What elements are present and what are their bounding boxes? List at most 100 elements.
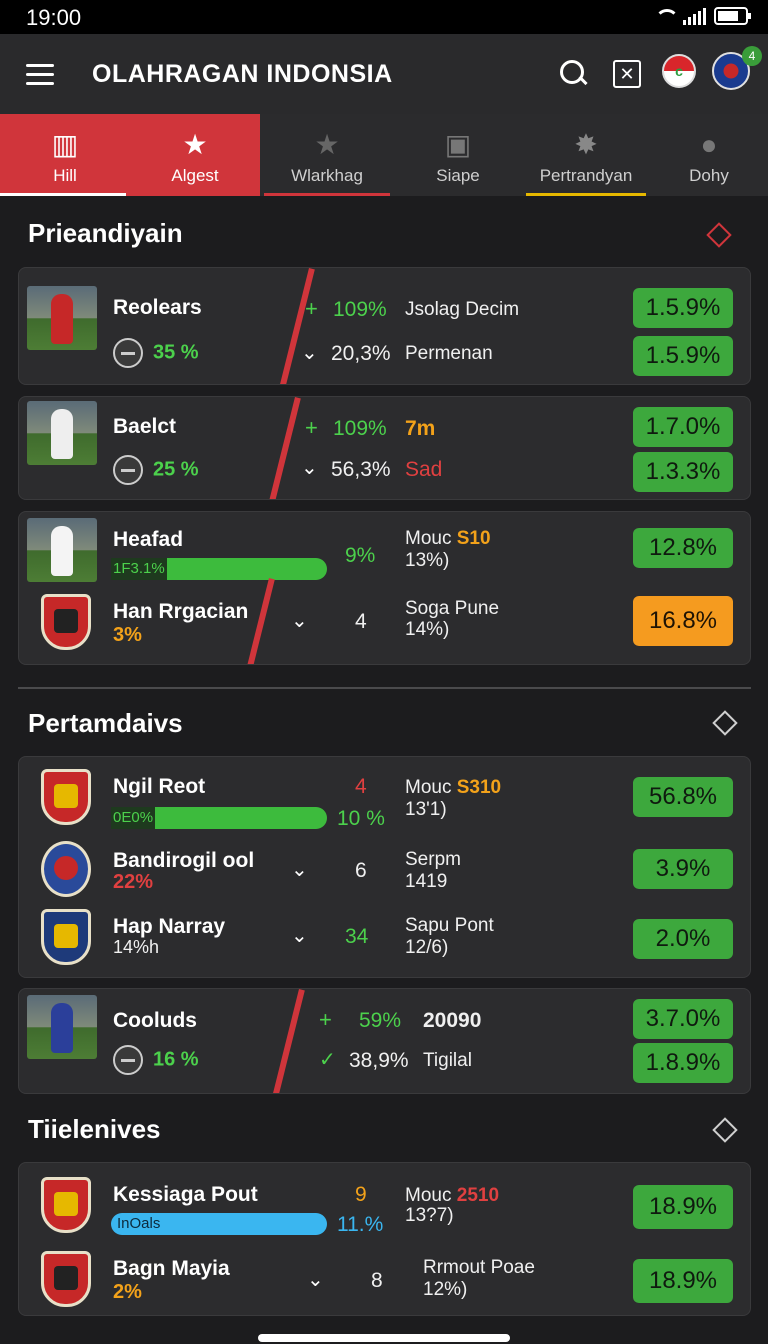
match-card[interactable]: Cooluds 16 % + 59% 20090 ✓ 38,9% Tigilal… [18, 988, 751, 1094]
pin-icon: ● [700, 129, 718, 160]
team-crest [41, 841, 91, 897]
status-bar: 19:00 [0, 0, 768, 34]
battery-icon [714, 7, 751, 25]
down-percent: 56,3% [331, 458, 391, 481]
stat-label: 12/6) [405, 937, 449, 958]
tab-algest[interactable]: ★ Algest [130, 114, 260, 196]
odds-pill[interactable]: 1.7.0% [633, 407, 733, 447]
stat-label: 7m [405, 417, 436, 440]
tab-bar: ▥ Hill ★ Algest ★ Wlarkhag ▣ Siape ✸ Per… [0, 114, 768, 196]
match-card[interactable]: Ngil Reot 0E0% 4 10 % Mouc S310 13'1) 56… [18, 756, 751, 978]
chevron-down-icon[interactable]: ⌄ [301, 455, 318, 480]
odds-pill[interactable]: 16.8% [633, 596, 733, 646]
team-name: Han Rrgacian [113, 600, 249, 623]
odds-pill[interactable]: 3.9% [633, 849, 733, 889]
odds-pill[interactable]: 12.8% [633, 528, 733, 568]
chevron-down-icon[interactable]: ⌄ [307, 1267, 324, 1292]
player-photo [27, 995, 97, 1059]
up-percent: 109% [333, 298, 387, 321]
tab-hill[interactable]: ▥ Hill [0, 114, 130, 196]
tab-label: Dohy [689, 166, 729, 185]
tab-siape[interactable]: ▣ Siape [394, 114, 522, 196]
team-percent: 35 % [113, 338, 199, 368]
stat-label: Rrmout Poae [423, 1257, 535, 1278]
diamond-icon[interactable] [712, 710, 738, 736]
status-time: 19:00 [26, 5, 82, 30]
diamond-icon[interactable] [706, 222, 732, 248]
count: 8 [371, 1269, 383, 1292]
percent: 10 % [337, 807, 385, 830]
match-card[interactable]: Reolears 35 % + 109% Jsolag Decim ⌄ 20,3… [18, 267, 751, 385]
ball-icon [113, 455, 143, 485]
stadium-icon: ▥ [51, 129, 79, 160]
stat-label: 13'1) [405, 799, 447, 820]
chevron-down-icon[interactable]: ⌄ [291, 923, 308, 948]
plus-icon: + [305, 415, 318, 440]
home-indicator[interactable] [258, 1334, 510, 1342]
tab-label: Siape [436, 166, 480, 185]
team-percent: 16 % [113, 1045, 199, 1075]
team-crest [41, 1251, 91, 1307]
team-percent: 14%h [113, 937, 160, 957]
team-name: Cooluds [113, 1009, 197, 1032]
chevron-down-icon[interactable]: ⌄ [291, 608, 308, 633]
stat-label: 13%) [405, 550, 450, 571]
scoreboard-icon[interactable]: ✕ [613, 60, 641, 88]
odds-pill[interactable]: 1.5.9% [633, 288, 733, 328]
stat-label: Mouc S10 [405, 528, 491, 549]
check-icon[interactable]: ✓ [319, 1047, 336, 1072]
team-percent: 3% [113, 624, 142, 646]
app-title: OLAHRAGAN INDONSIA [92, 60, 393, 88]
odds-pill[interactable]: 1.3.3% [633, 452, 733, 492]
chevron-down-icon[interactable]: ⌄ [291, 857, 308, 882]
stat-label: 14%) [405, 619, 450, 640]
count: 4 [355, 775, 367, 798]
signal-icon [683, 7, 706, 25]
match-card[interactable]: Kessiaga Pout InOals 9 11.% Mouc 2510 13… [18, 1162, 751, 1316]
team-name: Hap Narray [113, 915, 226, 938]
section-title: Tiielenives [28, 1114, 161, 1144]
tab-wlarkhag[interactable]: ★ Wlarkhag [260, 114, 394, 196]
player-photo [27, 518, 97, 582]
team-percent: 2% [113, 1281, 142, 1303]
search-icon[interactable] [560, 60, 588, 88]
team-crest [41, 1177, 91, 1233]
tab-pertrandyan[interactable]: ✸ Pertrandyan [522, 114, 650, 196]
count: 9 [355, 1183, 367, 1206]
odds-pill[interactable]: 56.8% [633, 777, 733, 817]
diamond-icon[interactable] [712, 1117, 738, 1143]
match-card[interactable]: Baelct 25 % + 109% 7m ⌄ 56,3% Sad 1.7.0%… [18, 396, 751, 500]
team-crest [41, 769, 91, 825]
wifi-icon [653, 7, 679, 25]
tab-label: Algest [171, 166, 219, 185]
notification-badge: 4 [742, 46, 762, 66]
tab-label: Pertrandyan [539, 166, 633, 185]
menu-icon[interactable] [26, 64, 54, 85]
odds-pill[interactable]: 2.0% [633, 919, 733, 959]
section-title: Pertamdaivs [28, 708, 183, 738]
stat-label: Permenan [405, 343, 493, 364]
team-percent: 25 % [113, 455, 199, 485]
divider-slash [279, 268, 315, 384]
ball-icon [113, 1045, 143, 1075]
tab-dohy[interactable]: ● Dohy [650, 114, 768, 196]
ball-icon [113, 338, 143, 368]
up-percent: 59% [359, 1009, 402, 1032]
stat-label: Sapu Pont [405, 915, 494, 936]
chevron-down-icon[interactable]: ⌄ [301, 340, 318, 365]
stat-label: Mouc 2510 [405, 1185, 500, 1206]
count: 4 [355, 610, 367, 633]
stat-label: 1419 [405, 871, 448, 892]
count: 34 [345, 925, 369, 948]
team-name: Bagn Mayia [113, 1257, 230, 1280]
odds-pill[interactable]: 18.9% [633, 1259, 733, 1303]
odds-pill[interactable]: 18.9% [633, 1185, 733, 1229]
indonesia-flag-icon[interactable]: c [662, 54, 696, 88]
stat-label: Sad [405, 458, 443, 481]
match-card[interactable]: Heafad 1F3.1% 9% Mouc S10 13%) 12.8% Han… [18, 511, 751, 665]
odds-pill[interactable]: 3.7.0% [633, 999, 733, 1039]
odds-pill[interactable]: 1.5.9% [633, 336, 733, 376]
team-name: Reolears [113, 296, 202, 319]
odds-pill[interactable]: 1.8.9% [633, 1043, 733, 1083]
stat-label: 20090 [423, 1009, 482, 1032]
